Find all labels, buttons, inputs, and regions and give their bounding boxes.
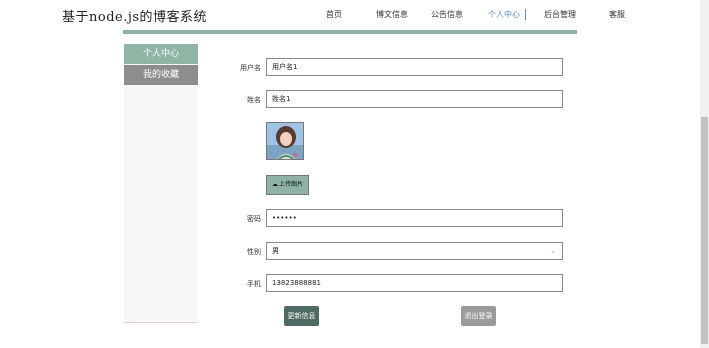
gender-select[interactable]: 男 ⌄	[266, 242, 563, 260]
phone-field[interactable]: 13823888881	[266, 274, 563, 292]
site-title: 基于node.js的博客系统	[62, 10, 208, 25]
name-field[interactable]: 姓名1	[266, 90, 563, 108]
avatar	[266, 122, 304, 160]
nav-divider	[525, 9, 526, 20]
name-label: 姓名	[247, 96, 261, 104]
sidebar-item-personal-center[interactable]: 个人中心	[124, 44, 198, 64]
cloud-upload-icon: ☁	[271, 181, 278, 188]
sidebar: 个人中心 我的收藏	[124, 44, 198, 323]
nav-blog-posts[interactable]: 博文信息	[376, 9, 408, 20]
password-field[interactable]: ••••••	[266, 209, 563, 227]
update-info-button[interactable]: 更新信息	[284, 306, 319, 326]
upload-button-label: 上传图片	[278, 181, 303, 188]
nav-customer-service[interactable]: 客服	[609, 9, 625, 20]
top-header: 基于node.js的博客系统 首页 博文信息 公告信息 个人中心 后台管理 客服	[0, 0, 700, 30]
header-accent-bar	[123, 30, 577, 34]
scrollbar-thumb[interactable]	[701, 117, 708, 344]
username-field[interactable]: 用户名1	[266, 58, 563, 76]
chevron-down-icon: ⌄	[550, 247, 556, 255]
nav-personal-center[interactable]: 个人中心	[488, 9, 520, 20]
password-label: 密码	[247, 215, 261, 223]
phone-label: 手机	[247, 280, 261, 288]
nav-announcements[interactable]: 公告信息	[431, 9, 463, 20]
nav-admin[interactable]: 后台管理	[544, 9, 576, 20]
nav-home[interactable]: 首页	[326, 9, 342, 20]
gender-label: 性别	[247, 248, 261, 256]
avatar-photo	[267, 123, 303, 159]
logout-button[interactable]: 退出登录	[461, 306, 496, 326]
sidebar-item-my-favorites[interactable]: 我的收藏	[124, 65, 198, 85]
username-label: 用户名	[240, 64, 261, 72]
gender-selected-value: 男	[272, 247, 279, 255]
upload-image-button[interactable]: ☁上传图片	[266, 175, 309, 195]
